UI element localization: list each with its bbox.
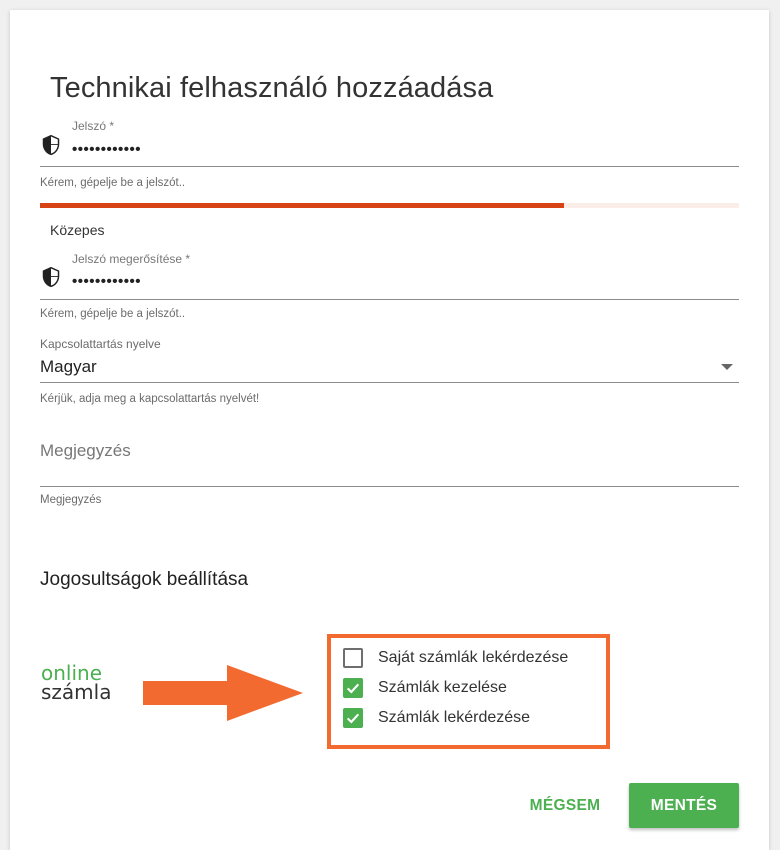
permission-checkbox[interactable]: [343, 708, 363, 728]
permission-item[interactable]: Saját számlák lekérdezése: [343, 645, 568, 671]
password-confirm-input[interactable]: ••••••••••••: [72, 273, 141, 290]
language-hint: Kérjük, adja meg a kapcsolattartás nyelv…: [40, 393, 260, 405]
caret-down-icon[interactable]: [721, 364, 733, 370]
check-icon: [346, 713, 360, 724]
permission-label: Számlák lekérdezése: [378, 709, 531, 726]
permission-checkbox[interactable]: [343, 678, 363, 698]
permissions-title: Jogosultságok beállítása: [40, 569, 249, 590]
password-confirm-label: Jelszó megerősítése *: [72, 252, 191, 266]
logo-line2: számla: [41, 680, 111, 704]
language-select[interactable]: Magyar: [40, 357, 97, 377]
shield-icon: [42, 134, 60, 156]
language-underline: [40, 382, 739, 383]
permission-label: Saját számlák lekérdezése: [378, 649, 569, 666]
password-label: Jelszó *: [72, 119, 115, 133]
password-confirm-hint: Kérem, gépelje be a jelszót..: [40, 308, 186, 320]
online-szamla-logo: online számla: [41, 661, 111, 704]
arrow-right-icon: [143, 665, 303, 721]
note-underline: [40, 486, 739, 487]
password-input[interactable]: ••••••••••••: [72, 141, 141, 158]
save-button[interactable]: MENTÉS: [629, 783, 739, 828]
password-strength-text: Közepes: [50, 222, 105, 238]
permission-checkbox[interactable]: [343, 648, 363, 668]
language-label: Kapcsolattartás nyelve: [40, 337, 161, 351]
note-hint: Megjegyzés: [40, 494, 102, 506]
dialog-card: Technikai felhasználó hozzáadása Jelszó …: [10, 10, 769, 850]
note-input[interactable]: Megjegyzés: [40, 441, 131, 461]
check-icon: [346, 683, 360, 694]
password-underline: [40, 166, 739, 167]
permissions-list: Saját számlák lekérdezése Számlák kezelé…: [327, 634, 610, 749]
password-strength-bar: [40, 203, 739, 208]
shield-icon: [42, 266, 60, 288]
permission-item[interactable]: Számlák lekérdezése: [343, 705, 530, 731]
cancel-button[interactable]: MÉGSEM: [515, 785, 615, 827]
password-strength-fill: [40, 203, 565, 208]
password-confirm-underline: [40, 299, 739, 300]
password-hint: Kérem, gépelje be a jelszót..: [40, 177, 186, 189]
permission-item[interactable]: Számlák kezelése: [343, 675, 507, 701]
dialog-title: Technikai felhasználó hozzáadása: [50, 72, 494, 104]
permission-label: Számlák kezelése: [378, 679, 507, 696]
